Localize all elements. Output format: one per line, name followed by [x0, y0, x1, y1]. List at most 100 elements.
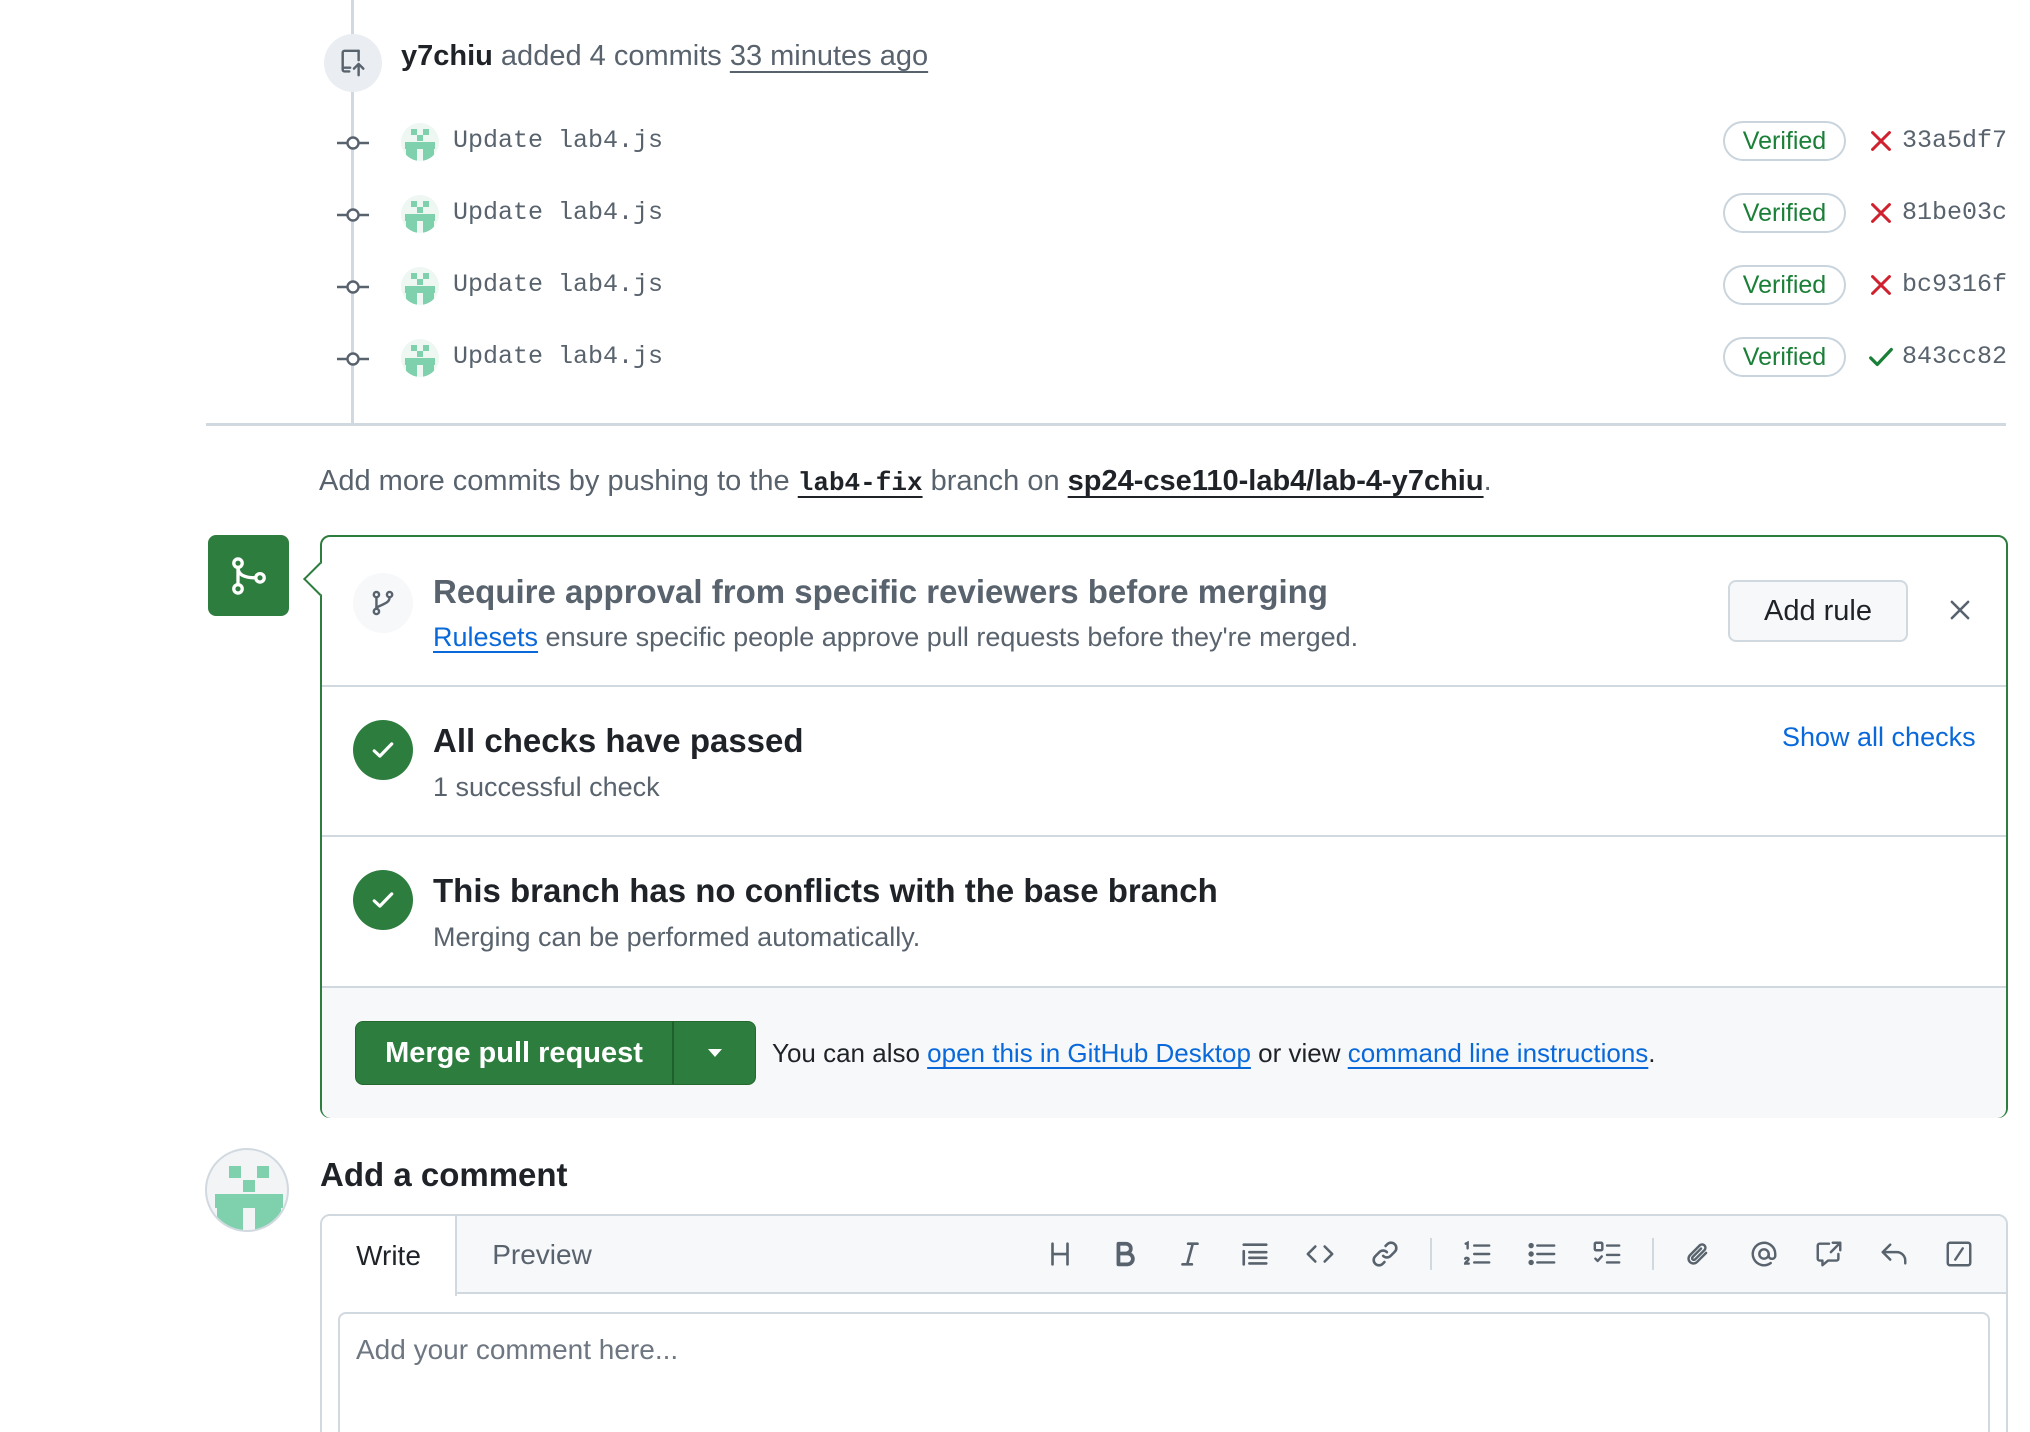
commit-message[interactable]: Update lab4.js	[453, 270, 663, 299]
commit-author-avatar[interactable]	[401, 339, 439, 377]
check-status-failed-icon[interactable]	[1866, 198, 1896, 228]
link-button[interactable]	[1365, 1234, 1405, 1274]
toolbar-divider	[1430, 1238, 1432, 1270]
git-branch-icon	[372, 590, 394, 616]
verified-badge[interactable]: Verified	[1723, 121, 1846, 161]
commit-message[interactable]: Update lab4.js	[453, 342, 663, 371]
merge-button-group: Merge pull request	[355, 1021, 756, 1085]
merge-action-section: Merge pull request You can also open thi…	[322, 988, 2006, 1118]
verified-badge[interactable]: Verified	[1723, 193, 1846, 233]
commit-row: Update lab4.js Verified 81be03c	[0, 185, 2030, 245]
also-prefix: You can also	[772, 1038, 928, 1068]
ordered-list-button[interactable]	[1457, 1234, 1497, 1274]
commit-row: Update lab4.js Verified bc9316f	[0, 257, 2030, 317]
command-line-instructions-link[interactable]: command line instructions	[1348, 1038, 1649, 1068]
editor-toolbar: Write Preview	[322, 1216, 2006, 1296]
task-list-icon	[1593, 1241, 1621, 1264]
mention-button[interactable]	[1744, 1234, 1784, 1274]
check-status-failed-icon[interactable]	[1866, 126, 1896, 156]
commit-row: Update lab4.js Verified 843cc82	[0, 329, 2030, 389]
conflicts-section: This branch has no conflicts with the ba…	[322, 837, 2006, 988]
add-comment-title: Add a comment	[320, 1156, 568, 1193]
saved-reply-icon	[1881, 1243, 1907, 1265]
conflicts-title: This branch has no conflicts with the ba…	[433, 872, 1218, 909]
push-event-text: y7chiu added 4 commits 33 minutes ago	[401, 40, 928, 73]
push-event-action: added 4 commits	[492, 40, 730, 72]
unordered-list-button[interactable]	[1522, 1234, 1562, 1274]
merge-pull-request-button[interactable]: Merge pull request	[356, 1022, 674, 1084]
repo-push-icon	[341, 49, 365, 77]
checks-subtitle: 1 successful check	[433, 772, 660, 802]
conflicts-subtitle: Merging can be performed automatically.	[433, 922, 921, 952]
merge-method-dropdown[interactable]	[674, 1022, 755, 1084]
git-commit-icon	[337, 280, 369, 294]
close-icon[interactable]	[1947, 597, 1973, 623]
ruleset-description-text: ensure specific people approve pull requ…	[538, 622, 1359, 652]
merge-alternatives: You can also open this in GitHub Desktop…	[772, 1038, 1656, 1069]
commit-row: Update lab4.js Verified 33a5df7	[0, 113, 2030, 173]
commit-sha[interactable]: bc9316f	[1902, 270, 2007, 299]
also-middle: or view	[1250, 1038, 1348, 1068]
commit-sha[interactable]: 843cc82	[1902, 342, 2007, 371]
ruleset-section: Require approval from specific reviewers…	[322, 537, 2006, 687]
slash-command-button[interactable]	[1939, 1234, 1979, 1274]
checks-title: All checks have passed	[433, 722, 804, 759]
show-all-checks-link[interactable]: Show all checks	[1782, 722, 1976, 753]
push-event-user[interactable]: y7chiu	[401, 40, 493, 72]
commit-author-avatar[interactable]	[401, 267, 439, 305]
merge-status-badge	[208, 535, 289, 616]
quote-button[interactable]	[1235, 1234, 1275, 1274]
avatar[interactable]	[205, 1148, 289, 1232]
commit-message[interactable]: Update lab4.js	[453, 126, 663, 155]
check-icon	[372, 742, 394, 758]
attach-icon	[1687, 1243, 1708, 1265]
check-status-success-icon[interactable]	[1866, 342, 1896, 372]
repo-link[interactable]: sp24-cse110-lab4/lab-4-y7chiu	[1068, 465, 1484, 497]
link-icon	[1372, 1241, 1398, 1267]
identicon-avatar	[405, 273, 435, 305]
italic-button[interactable]	[1170, 1234, 1210, 1274]
bold-button[interactable]	[1105, 1234, 1145, 1274]
commit-author-avatar[interactable]	[401, 123, 439, 161]
cross-reference-icon	[1816, 1241, 1842, 1267]
git-commit-icon	[337, 136, 369, 150]
saved-reply-button[interactable]	[1874, 1234, 1914, 1274]
commit-author-avatar[interactable]	[401, 195, 439, 233]
tab-preview[interactable]: Preview	[457, 1216, 627, 1294]
git-commit-icon	[337, 352, 369, 366]
merge-box: Require approval from specific reviewers…	[303, 535, 2008, 1118]
timeline-separator	[206, 423, 2006, 426]
check-status-failed-icon[interactable]	[1866, 270, 1896, 300]
heading-button[interactable]	[1040, 1234, 1080, 1274]
comment-textarea[interactable]	[338, 1312, 1990, 1432]
verified-badge[interactable]: Verified	[1723, 265, 1846, 305]
code-button[interactable]	[1300, 1234, 1340, 1274]
task-list-button[interactable]	[1587, 1234, 1627, 1274]
branch-name[interactable]: lab4-fix	[798, 468, 923, 498]
cross-reference-button[interactable]	[1809, 1234, 1849, 1274]
push-event-time[interactable]: 33 minutes ago	[730, 40, 928, 72]
push-hint-suffix: .	[1483, 465, 1492, 497]
mention-icon	[1751, 1241, 1777, 1267]
tab-write[interactable]: Write	[322, 1216, 457, 1296]
italic-icon	[1181, 1242, 1199, 1266]
git-merge-icon	[231, 556, 266, 595]
ruleset-description: Rulesets ensure specific people approve …	[433, 622, 1358, 653]
formatting-tools	[1040, 1234, 2004, 1274]
ordered-list-icon	[1463, 1240, 1491, 1265]
comment-editor: Write Preview	[320, 1214, 2008, 1432]
checks-passed-badge	[353, 720, 413, 780]
github-desktop-link[interactable]: open this in GitHub Desktop	[927, 1038, 1251, 1068]
triangle-down-icon	[707, 1049, 722, 1057]
heading-icon	[1051, 1242, 1069, 1266]
commit-message[interactable]: Update lab4.js	[453, 198, 663, 227]
verified-badge[interactable]: Verified	[1723, 337, 1846, 377]
check-icon	[372, 892, 394, 908]
no-conflicts-badge	[353, 870, 413, 930]
identicon-avatar	[405, 345, 435, 377]
add-rule-button[interactable]: Add rule	[1728, 580, 1908, 642]
rulesets-link[interactable]: Rulesets	[433, 622, 538, 652]
commit-sha[interactable]: 81be03c	[1902, 198, 2007, 227]
attach-button[interactable]	[1679, 1234, 1719, 1274]
commit-sha[interactable]: 33a5df7	[1902, 126, 2007, 155]
